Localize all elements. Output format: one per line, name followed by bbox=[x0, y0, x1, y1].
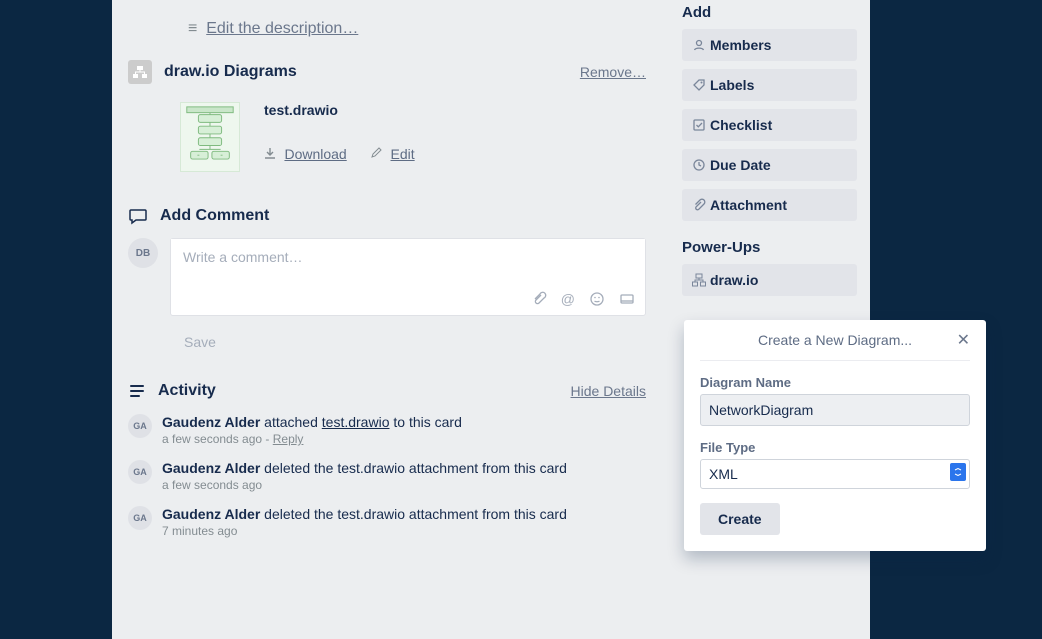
activity-time: 7 minutes ago bbox=[162, 524, 237, 538]
card-icon[interactable] bbox=[619, 291, 635, 307]
pencil-icon bbox=[370, 146, 386, 163]
close-icon[interactable]: ✕ bbox=[957, 330, 970, 350]
activity-link[interactable]: test.drawio bbox=[322, 414, 390, 430]
attachment-icon[interactable] bbox=[531, 291, 547, 307]
add-comment-heading: Add Comment bbox=[160, 207, 269, 225]
activity-user: Gaudenz Alder bbox=[162, 460, 260, 476]
emoji-icon[interactable] bbox=[589, 291, 605, 307]
checklist-icon bbox=[692, 118, 710, 132]
sidebar-duedate-button[interactable]: Due Date bbox=[682, 149, 857, 181]
download-icon bbox=[264, 146, 280, 163]
activity-time: a few seconds ago bbox=[162, 432, 262, 446]
hide-details-link[interactable]: Hide Details bbox=[571, 383, 646, 399]
diagrams-remove-link[interactable]: Remove… bbox=[580, 64, 646, 80]
diagram-item: test.drawio Download Edit bbox=[180, 102, 646, 172]
sidebar-add-heading: Add bbox=[682, 4, 857, 21]
activity-icon bbox=[128, 382, 146, 400]
diagram-name-input[interactable] bbox=[700, 394, 970, 426]
create-button[interactable]: Create bbox=[700, 503, 780, 535]
avatar: GA bbox=[128, 414, 152, 438]
comment-box[interactable]: @ bbox=[170, 238, 646, 316]
sidebar-labels-button[interactable]: Labels bbox=[682, 69, 857, 101]
select-arrow-icon[interactable] bbox=[950, 463, 966, 481]
reply-link[interactable]: Reply bbox=[273, 432, 304, 446]
activity-user: Gaudenz Alder bbox=[162, 506, 260, 522]
diagrams-heading-row: draw.io Diagrams Remove… bbox=[128, 60, 646, 84]
popover-title: Create a New Diagram... bbox=[758, 332, 912, 348]
diagram-download-link[interactable]: Download bbox=[284, 146, 346, 162]
activity-time: a few seconds ago bbox=[162, 478, 262, 492]
labels-icon bbox=[692, 78, 710, 92]
activity-heading: Activity bbox=[158, 382, 216, 400]
file-type-select[interactable]: XML bbox=[700, 459, 970, 489]
add-comment-heading-row: Add Comment bbox=[128, 206, 646, 226]
activity-user: Gaudenz Alder bbox=[162, 414, 260, 430]
diagram-thumbnail[interactable] bbox=[180, 102, 240, 172]
activity-item: GA Gaudenz Alder deleted the test.drawio… bbox=[128, 506, 646, 538]
diagram-name-label: Diagram Name bbox=[700, 375, 970, 390]
avatar: GA bbox=[128, 506, 152, 530]
avatar: DB bbox=[128, 238, 158, 268]
activity-item: GA Gaudenz Alder deleted the test.drawio… bbox=[128, 460, 646, 492]
create-diagram-popover: Create a New Diagram... ✕ Diagram Name F… bbox=[684, 320, 986, 551]
edit-description-link[interactable]: Edit the description… bbox=[206, 20, 358, 37]
sidebar-checklist-button[interactable]: Checklist bbox=[682, 109, 857, 141]
sidebar-drawio-button[interactable]: draw.io bbox=[682, 264, 857, 296]
activity-heading-row: Activity Hide Details bbox=[128, 382, 646, 400]
sidebar-members-button[interactable]: Members bbox=[682, 29, 857, 61]
members-icon bbox=[692, 38, 710, 52]
list-icon: ≡ bbox=[188, 20, 197, 38]
diagram-filename: test.drawio bbox=[264, 102, 425, 118]
edit-description-row[interactable]: ≡ Edit the description… bbox=[188, 20, 646, 38]
sidebar-powerups-heading: Power-Ups bbox=[682, 239, 857, 256]
attachment-icon bbox=[692, 198, 710, 212]
drawio-icon bbox=[128, 60, 152, 84]
activity-item: GA Gaudenz Alder attached test.drawio to… bbox=[128, 414, 646, 446]
drawio-icon bbox=[692, 273, 710, 287]
mention-icon[interactable]: @ bbox=[561, 291, 575, 307]
save-button[interactable]: Save bbox=[170, 328, 230, 356]
avatar: GA bbox=[128, 460, 152, 484]
comment-input[interactable] bbox=[171, 239, 645, 275]
sidebar-attachment-button[interactable]: Attachment bbox=[682, 189, 857, 221]
comment-icon bbox=[128, 206, 148, 226]
diagrams-heading: draw.io Diagrams bbox=[164, 63, 297, 81]
file-type-label: File Type bbox=[700, 440, 970, 455]
diagram-edit-link[interactable]: Edit bbox=[391, 146, 415, 162]
clock-icon bbox=[692, 158, 710, 172]
